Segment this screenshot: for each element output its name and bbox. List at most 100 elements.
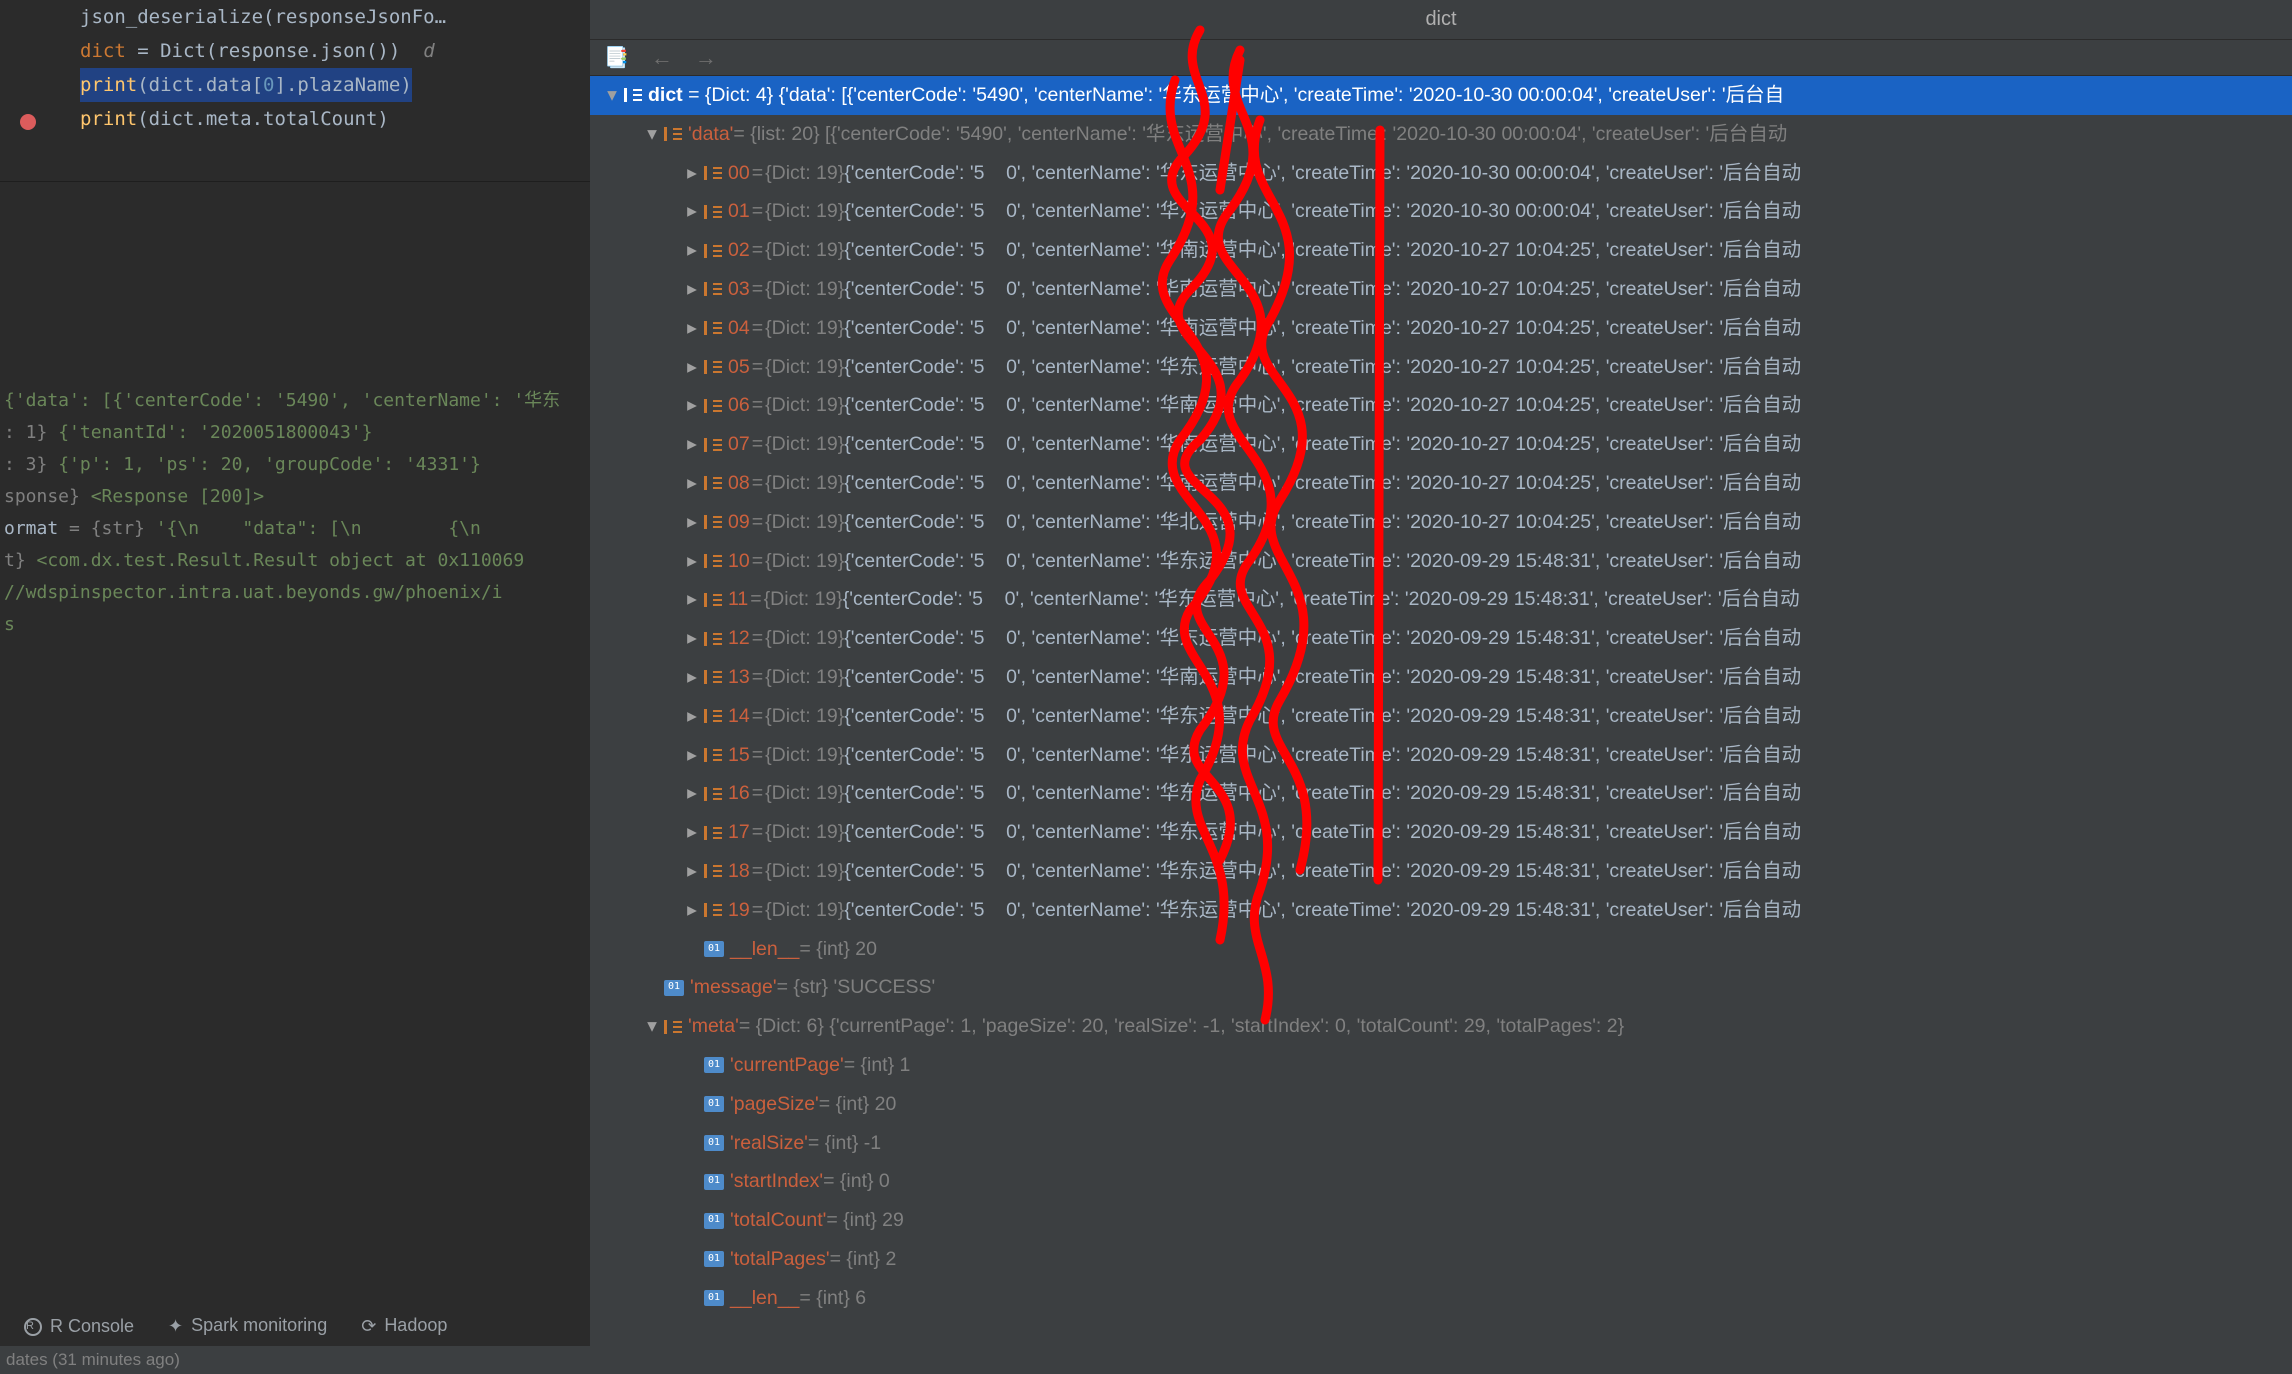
tree-item[interactable]: 00 = {Dict: 19} {'centerCode': '5 0', 'c…	[590, 154, 2292, 193]
dict-icon	[704, 438, 722, 452]
dict-icon	[704, 321, 722, 335]
tree-item[interactable]: 02 = {Dict: 19} {'centerCode': '5 0', 'c…	[590, 231, 2292, 270]
chevron-right-icon[interactable]	[680, 231, 704, 270]
chevron-right-icon[interactable]	[680, 192, 704, 231]
dict-icon	[704, 748, 722, 762]
int-icon: 01	[704, 1135, 724, 1151]
tree-meta-item[interactable]: 01 'currentPage' = {int} 1	[590, 1046, 2292, 1085]
chevron-right-icon[interactable]	[680, 658, 704, 697]
tree-item[interactable]: 17 = {Dict: 19} {'centerCode': '5 0', 'c…	[590, 813, 2292, 852]
menu-icon[interactable]: 📑	[604, 45, 629, 70]
tree-item[interactable]: 12 = {Dict: 19} {'centerCode': '5 0', 'c…	[590, 619, 2292, 658]
int-icon: 01	[704, 1174, 724, 1190]
int-icon: 01	[704, 941, 724, 957]
tree-meta[interactable]: 'meta' = {Dict: 6} {'currentPage': 1, 'p…	[590, 1007, 2292, 1046]
tree-meta-item[interactable]: 01 'totalCount' = {int} 29	[590, 1201, 2292, 1240]
chevron-right-icon[interactable]	[680, 580, 704, 619]
tree-item[interactable]: 06 = {Dict: 19} {'centerCode': '5 0', 'c…	[590, 386, 2292, 425]
tree-item[interactable]: 13 = {Dict: 19} {'centerCode': '5 0', 'c…	[590, 658, 2292, 697]
editor-pane: json_deserialize(responseJsonFo… dict = …	[0, 0, 590, 1374]
chevron-right-icon[interactable]	[680, 774, 704, 813]
chevron-right-icon[interactable]	[680, 697, 704, 736]
chevron-right-icon[interactable]	[680, 813, 704, 852]
tree-item[interactable]: 15 = {Dict: 19} {'centerCode': '5 0', 'c…	[590, 736, 2292, 775]
tab-r-console[interactable]: RR Console	[24, 1316, 134, 1337]
tree-item[interactable]: 10 = {Dict: 19} {'centerCode': '5 0', 'c…	[590, 542, 2292, 581]
back-icon[interactable]: ←	[651, 45, 673, 71]
tree-item[interactable]: 08 = {Dict: 19} {'centerCode': '5 0', 'c…	[590, 464, 2292, 503]
panel-title: dict	[590, 0, 2292, 40]
code-editor[interactable]: json_deserialize(responseJsonFo… dict = …	[0, 0, 590, 136]
tree-meta-len[interactable]: 01 __len__ = {int} 6	[590, 1279, 2292, 1318]
tree-meta-item[interactable]: 01 'startIndex' = {int} 0	[590, 1162, 2292, 1201]
chevron-right-icon[interactable]	[680, 348, 704, 387]
tree-item[interactable]: 16 = {Dict: 19} {'centerCode': '5 0', 'c…	[590, 774, 2292, 813]
chevron-right-icon[interactable]	[680, 736, 704, 775]
chevron-down-icon[interactable]	[640, 1007, 664, 1046]
dict-icon	[704, 205, 722, 219]
int-icon: 01	[704, 1213, 724, 1229]
chevron-down-icon[interactable]	[600, 76, 624, 115]
variables-tree[interactable]: dict = {Dict: 4} {'data': [{'centerCode'…	[590, 76, 2292, 1318]
dict-icon	[704, 166, 722, 180]
tree-item[interactable]: 04 = {Dict: 19} {'centerCode': '5 0', 'c…	[590, 309, 2292, 348]
tree-item[interactable]: 09 = {Dict: 19} {'centerCode': '5 0', 'c…	[590, 503, 2292, 542]
dict-icon	[704, 593, 722, 607]
dict-icon	[664, 1020, 682, 1034]
chevron-right-icon[interactable]	[680, 386, 704, 425]
tree-item[interactable]: 05 = {Dict: 19} {'centerCode': '5 0', 'c…	[590, 348, 2292, 387]
dict-icon	[704, 787, 722, 801]
chevron-right-icon[interactable]	[680, 891, 704, 930]
tool-tabs: RR Console ✦Spark monitoring ⟳Hadoop	[0, 1308, 590, 1344]
chevron-right-icon[interactable]	[680, 154, 704, 193]
spark-icon: ✦	[168, 1316, 183, 1337]
tree-item[interactable]: 18 = {Dict: 19} {'centerCode': '5 0', 'c…	[590, 852, 2292, 891]
list-icon	[664, 127, 682, 141]
int-icon: 01	[704, 1290, 724, 1306]
dict-icon	[624, 88, 642, 102]
breakpoint-icon[interactable]	[20, 114, 36, 130]
chevron-right-icon[interactable]	[680, 425, 704, 464]
dict-icon	[704, 360, 722, 374]
status-bar: dates (31 minutes ago)	[0, 1346, 590, 1374]
dict-icon	[704, 864, 722, 878]
tree-meta-item[interactable]: 01 'totalPages' = {int} 2	[590, 1240, 2292, 1279]
tree-item[interactable]: 01 = {Dict: 19} {'centerCode': '5 0', 'c…	[590, 192, 2292, 231]
forward-icon[interactable]: →	[695, 45, 717, 71]
tree-len[interactable]: 01 __len__ = {int} 20	[590, 930, 2292, 969]
dict-icon	[704, 826, 722, 840]
tree-item[interactable]: 03 = {Dict: 19} {'centerCode': '5 0', 'c…	[590, 270, 2292, 309]
dict-icon	[704, 903, 722, 917]
chevron-right-icon[interactable]	[680, 309, 704, 348]
r-icon: R	[24, 1318, 42, 1336]
tree-item[interactable]: 11 = {Dict: 19} {'centerCode': '5 0', 'c…	[590, 580, 2292, 619]
chevron-right-icon[interactable]	[680, 852, 704, 891]
tree-node-data[interactable]: 'data' = {list: 20} [{'centerCode': '549…	[590, 115, 2292, 154]
dict-icon	[704, 282, 722, 296]
tree-root[interactable]: dict = {Dict: 4} {'data': [{'centerCode'…	[590, 76, 2292, 115]
chevron-right-icon[interactable]	[680, 464, 704, 503]
dict-icon	[704, 244, 722, 258]
chevron-right-icon[interactable]	[680, 270, 704, 309]
tab-hadoop[interactable]: ⟳Hadoop	[361, 1315, 447, 1337]
tree-item[interactable]: 07 = {Dict: 19} {'centerCode': '5 0', 'c…	[590, 425, 2292, 464]
str-icon: 01	[664, 980, 684, 996]
dict-icon	[704, 399, 722, 413]
console-output[interactable]: {'data': [{'centerCode': '5490', 'center…	[0, 375, 590, 651]
debugger-pane: dict 📑 ← → dict = {Dict: 4} {'data': [{'…	[590, 0, 2292, 1374]
tree-message[interactable]: 01 'message' = {str} 'SUCCESS'	[590, 968, 2292, 1007]
chevron-right-icon[interactable]	[680, 619, 704, 658]
dict-icon	[704, 709, 722, 723]
chevron-right-icon[interactable]	[680, 542, 704, 581]
chevron-right-icon[interactable]	[680, 503, 704, 542]
dict-icon	[704, 476, 722, 490]
tree-item[interactable]: 19 = {Dict: 19} {'centerCode': '5 0', 'c…	[590, 891, 2292, 930]
tab-spark[interactable]: ✦Spark monitoring	[168, 1315, 327, 1337]
int-icon: 01	[704, 1096, 724, 1112]
dict-icon	[704, 515, 722, 529]
chevron-down-icon[interactable]	[640, 115, 664, 154]
tree-item[interactable]: 14 = {Dict: 19} {'centerCode': '5 0', 'c…	[590, 697, 2292, 736]
tree-meta-item[interactable]: 01 'pageSize' = {int} 20	[590, 1085, 2292, 1124]
tree-meta-item[interactable]: 01 'realSize' = {int} -1	[590, 1124, 2292, 1163]
int-icon: 01	[704, 1251, 724, 1267]
